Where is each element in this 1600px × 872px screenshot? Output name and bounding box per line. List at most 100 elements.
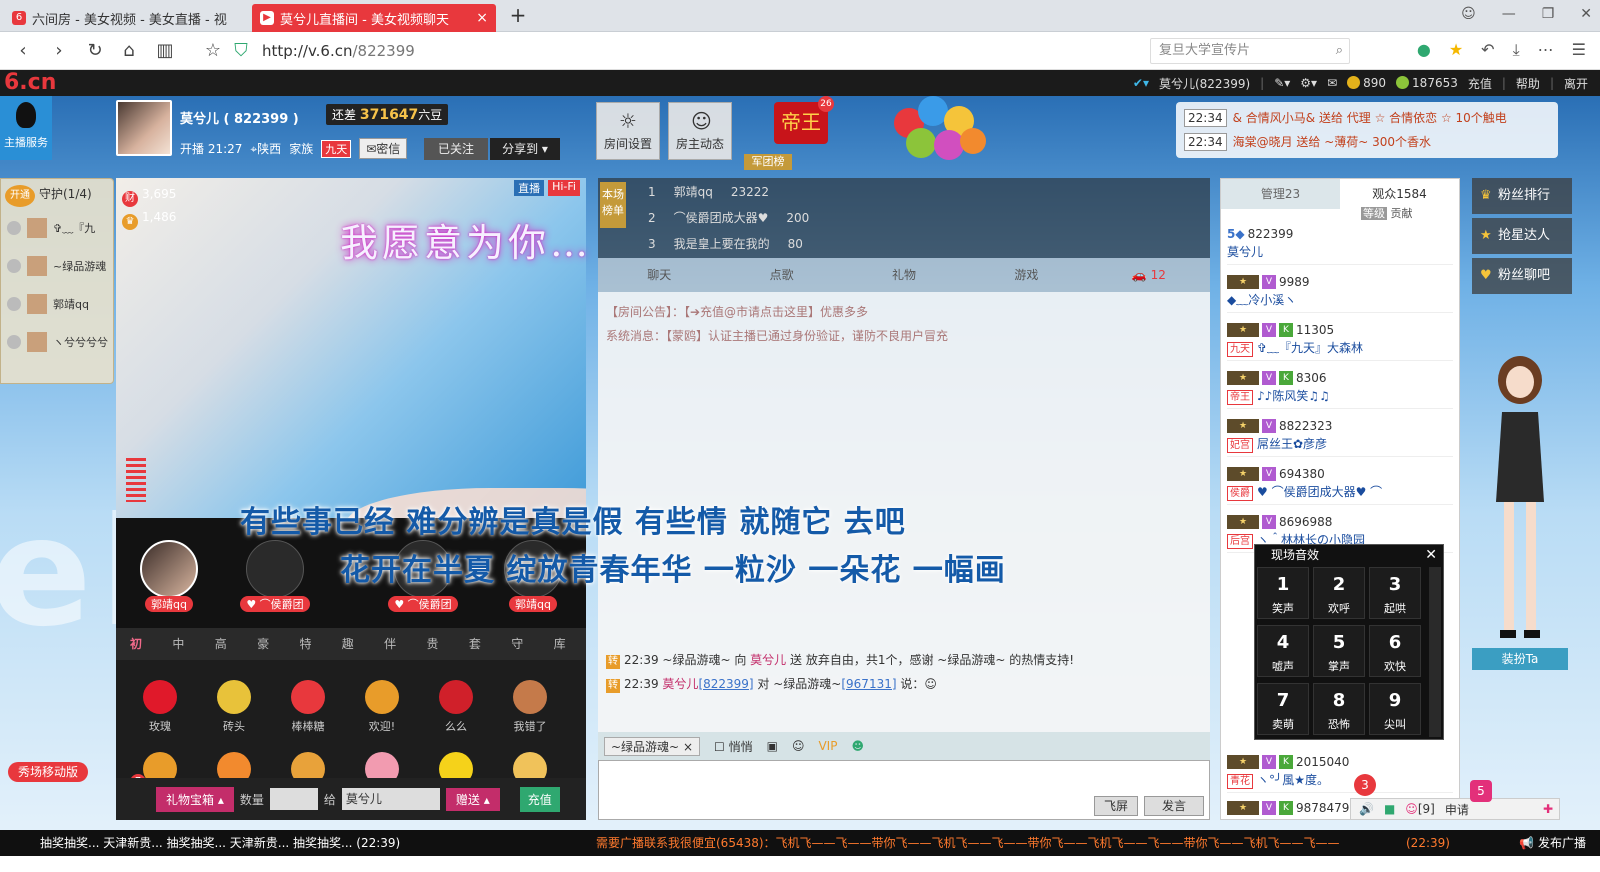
emperor-badge[interactable]: 帝王 26: [774, 96, 834, 144]
family-tag[interactable]: 九天: [321, 139, 352, 158]
gift-tab[interactable]: 套礼: [459, 628, 501, 683]
tab-chat[interactable]: 聊天: [598, 258, 720, 292]
chat-nick[interactable]: 莫兮儿: [662, 677, 698, 691]
rank-row[interactable]: 1 郭靖qq 23222: [648, 180, 769, 204]
new-tab-button[interactable]: +: [506, 4, 530, 28]
reload-icon[interactable]: ↻: [84, 40, 106, 62]
user-row[interactable]: ★ V 9989 ◆﹏冷小溪ヽ: [1227, 273, 1453, 313]
close-tab-icon[interactable]: ×: [476, 10, 488, 26]
fan-ranking-button[interactable]: ♛ 粉丝排行: [1472, 178, 1572, 214]
host-avatar[interactable]: [116, 100, 172, 156]
minimize-icon[interactable]: —: [1502, 6, 1516, 22]
tab-games[interactable]: 游戏: [965, 258, 1087, 292]
home-icon[interactable]: ⌂: [118, 40, 140, 62]
announcement-link[interactable]: 【房间公告】：【➔充值@市请点击这里】优惠多多: [606, 305, 868, 319]
menu-icon[interactable]: ☰: [1572, 40, 1586, 60]
mic-slot[interactable]: ♥ ⌒侯爵团: [230, 540, 320, 622]
host-service-button[interactable]: 主播服务: [0, 96, 52, 160]
sticker-icon[interactable]: ☻: [851, 739, 864, 753]
fly-screen-button[interactable]: 飞屏: [1094, 796, 1138, 816]
search-input[interactable]: 复旦大学宣传片 ⌕: [1150, 38, 1350, 64]
leave-link[interactable]: 离开: [1564, 75, 1588, 92]
publish-broadcast-button[interactable]: 📢 发布广播: [1519, 830, 1586, 856]
tab-gifts[interactable]: 礼物: [843, 258, 965, 292]
gift-tab[interactable]: 初级: [120, 628, 162, 683]
private-message-button[interactable]: ✉密信: [359, 138, 408, 159]
sfx-key[interactable]: 1 笑声: [1257, 567, 1309, 619]
gift-tab[interactable]: 豪华: [247, 628, 289, 683]
image-icon[interactable]: ▣: [767, 739, 778, 753]
forward-icon[interactable]: ›: [48, 40, 70, 62]
room-settings-button[interactable]: ☼ 房间设置: [596, 102, 660, 160]
host-activity-button[interactable]: ☺ 房主动态: [668, 102, 732, 160]
close-window-icon[interactable]: ✕: [1580, 6, 1592, 22]
guard-item[interactable]: ヽ兮兮兮兮: [1, 323, 113, 361]
chat-uid[interactable]: [967131]: [841, 677, 896, 691]
user-row[interactable]: ★ V K 8306 帝王 ♪♪陈风笑♫♫: [1227, 369, 1453, 409]
bookmark-star-icon[interactable]: ☆: [202, 40, 224, 62]
sfx-key[interactable]: 4 嘘声: [1257, 625, 1309, 677]
avatar-doll[interactable]: [1480, 352, 1560, 648]
user-row[interactable]: ★ V K 11305 九天 ✞﹏『九天』大森林: [1227, 321, 1453, 361]
sfx-key[interactable]: 2 欢呼: [1313, 567, 1365, 619]
recharge-button[interactable]: 充值: [519, 786, 560, 812]
favorites-star-icon[interactable]: ★: [1449, 40, 1463, 60]
recharge-link[interactable]: 充值: [1468, 75, 1492, 92]
site-logo[interactable]: 6.cn: [4, 70, 56, 96]
url-field[interactable]: http://v.6.cn/822399: [262, 42, 415, 60]
fan-chat-button[interactable]: ♥ 粉丝聊吧: [1472, 258, 1572, 294]
settings-icon[interactable]: ⚙▾: [1300, 76, 1317, 90]
vip-icon[interactable]: VIP: [818, 739, 837, 753]
close-icon[interactable]: ✕: [1425, 545, 1437, 565]
restore-icon[interactable]: ❐: [1542, 6, 1555, 22]
gift-tab[interactable]: 特殊: [289, 628, 331, 683]
gift-tab[interactable]: 高级: [205, 628, 247, 683]
more-icon[interactable]: ⋯: [1538, 40, 1554, 60]
gift-item[interactable]: 玫瑰: [128, 680, 192, 734]
tab-cars[interactable]: 🚗 12: [1088, 258, 1210, 292]
sfx-scrollbar[interactable]: [1429, 567, 1441, 737]
user-row[interactable]: ★ V 8822323 妃宫 屌丝王✿彦彦: [1227, 417, 1453, 457]
search-icon[interactable]: ⌕: [1336, 39, 1343, 63]
dress-up-button[interactable]: 装扮Ta: [1472, 648, 1568, 670]
user-name[interactable]: 莫兮儿(822399): [1159, 75, 1250, 92]
sort-by-level[interactable]: 等级: [1361, 207, 1387, 220]
emoji-icon[interactable]: ☺: [792, 739, 805, 753]
gift-item[interactable]: 么么: [424, 680, 488, 734]
gift-tab[interactable]: 伴舞: [374, 628, 416, 683]
gift-tab[interactable]: 中级: [162, 628, 204, 683]
user-row[interactable]: ★ V K 2015040 青花 ヽ°╯風★度。: [1227, 753, 1453, 793]
give-button[interactable]: 赠送 ▴: [445, 787, 500, 811]
speaker-icon[interactable]: 🔊: [1359, 802, 1374, 816]
reader-icon[interactable]: ▥: [154, 40, 176, 62]
user-icon[interactable]: ☺: [1461, 6, 1476, 22]
sfx-key[interactable]: 8 恐怖: [1313, 683, 1365, 735]
star-grab-button[interactable]: ★ 抢星达人: [1472, 218, 1572, 254]
guard-item[interactable]: 郭靖qq: [1, 285, 113, 323]
gift-item[interactable]: 砖头: [202, 680, 266, 734]
gift-tab[interactable]: 库存: [544, 628, 586, 683]
download-icon[interactable]: ⤓: [1513, 40, 1520, 60]
browser-tab-2-active[interactable]: ▶ 莫兮儿直播间 - 美女视频聊天 ×: [252, 4, 496, 32]
sfx-key[interactable]: 3 起哄: [1369, 567, 1421, 619]
sfx-key[interactable]: 9 尖叫: [1369, 683, 1421, 735]
gift-item[interactable]: 棒棒糖: [276, 680, 340, 734]
open-guard-button[interactable]: 开通: [5, 185, 35, 207]
gift-item[interactable]: 我错了: [498, 680, 562, 734]
gift-tab[interactable]: 趣味: [332, 628, 374, 683]
followed-button[interactable]: 已关注: [424, 138, 488, 160]
user-row[interactable]: ★ V 694380 侯爵 ♥ ⌒侯爵团成大器♥ ⌒: [1227, 465, 1453, 505]
chat-icon[interactable]: ●: [1417, 40, 1431, 60]
guard-item[interactable]: ✞﹏『九: [1, 209, 113, 247]
user-row[interactable]: 5◆ 822399 莫兮儿: [1227, 225, 1453, 265]
army-rank-button[interactable]: 军团榜: [744, 154, 792, 170]
tab-admins[interactable]: 管理23: [1221, 179, 1340, 209]
apply-button[interactable]: 申请: [1445, 801, 1469, 818]
sfx-key[interactable]: 7 卖萌: [1257, 683, 1309, 735]
send-message-button[interactable]: 发言: [1144, 796, 1204, 816]
tab-song-request[interactable]: 点歌: [720, 258, 842, 292]
whisper-checkbox[interactable]: ☐ 悄悄: [714, 738, 753, 755]
chat-nick[interactable]: 莫兮儿: [750, 653, 786, 667]
plus-icon[interactable]: ✚: [1543, 802, 1553, 816]
guard-item[interactable]: ~绿品游魂: [1, 247, 113, 285]
